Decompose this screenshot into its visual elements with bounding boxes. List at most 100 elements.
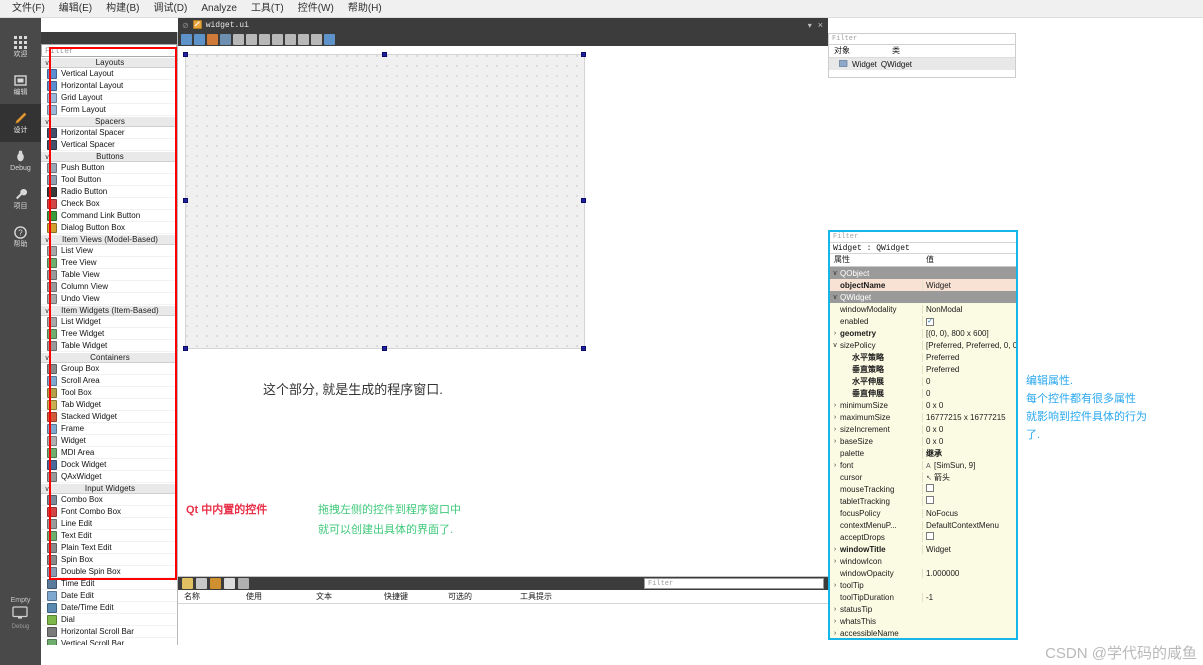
resize-handle-top-center[interactable] (382, 52, 387, 57)
edit-action-icon[interactable] (210, 578, 221, 589)
property-value[interactable] (922, 496, 1016, 506)
property-row[interactable]: › maximumSize 16777215 x 16777215 (830, 411, 1016, 423)
widget-item[interactable]: Vertical Layout (41, 68, 177, 80)
widget-item[interactable]: Stacked Widget (41, 411, 177, 423)
widget-item[interactable]: Scroll Area (41, 375, 177, 387)
resize-handle-bottom-right[interactable] (581, 346, 586, 351)
chevron-down-icon[interactable]: ∨ (830, 269, 840, 277)
widget-item[interactable]: Plain Text Edit (41, 542, 177, 554)
property-row[interactable]: › sizeIncrement 0 x 0 (830, 423, 1016, 435)
adjust-size-tool[interactable] (324, 33, 335, 45)
layout-horizontally-tool[interactable] (233, 33, 244, 45)
widget-item[interactable]: Check Box (41, 198, 177, 210)
chevron-right-icon[interactable]: › (830, 438, 840, 445)
object-inspector-row[interactable]: Widget QWidget (829, 58, 1015, 70)
property-value[interactable]: Preferred (922, 352, 1016, 362)
mode-debug[interactable]: Debug (0, 142, 41, 180)
property-value[interactable]: 16777215 x 16777215 (922, 412, 1016, 422)
layout-splitter-h-tool[interactable] (259, 33, 270, 45)
widget-group-header[interactable]: ∨ Containers (41, 352, 177, 363)
widget-item[interactable]: Tab Widget (41, 399, 177, 411)
property-editor-filter-input[interactable]: Filter (830, 232, 1016, 243)
chevron-right-icon[interactable]: › (830, 582, 840, 589)
widget-item[interactable]: Command Link Button (41, 210, 177, 222)
widget-item[interactable]: List Widget (41, 316, 177, 328)
edit-tab-order-tool[interactable] (220, 33, 231, 45)
menu-item-file[interactable]: 文件(F) (6, 1, 51, 16)
property-row[interactable]: palette 继承 (830, 447, 1016, 459)
property-value[interactable]: 1.000000 (922, 568, 1016, 578)
widget-item[interactable]: Date Edit (41, 590, 177, 602)
widget-box-filter-input[interactable]: Filter (41, 44, 177, 57)
property-row[interactable]: windowOpacity 1.000000 (830, 567, 1016, 579)
widget-item[interactable]: Grid Layout (41, 92, 177, 104)
widget-box-list[interactable]: ∨ Layouts Vertical Layout Horizontal Layout… (41, 57, 177, 645)
action-editor-filter-input[interactable]: Filter (644, 578, 824, 589)
layout-grid-tool[interactable] (285, 33, 296, 45)
chevron-right-icon[interactable]: › (830, 426, 840, 433)
property-value[interactable]: Widget (922, 544, 1016, 554)
property-row[interactable]: contextMenuP... DefaultContextMenu (830, 519, 1016, 531)
property-editor-rows[interactable]: ∨ QObject objectName Widget ∨ QWidget windowMo… (830, 267, 1016, 638)
widget-group-header[interactable]: ∨ Layouts (41, 57, 177, 68)
property-value[interactable]: 0 x 0 (922, 400, 1016, 410)
resize-handle-bottom-left[interactable] (183, 346, 188, 351)
property-group-row[interactable]: ∨ QWidget (830, 291, 1016, 303)
property-row[interactable]: objectName Widget (830, 279, 1016, 291)
property-value[interactable]: 0 x 0 (922, 424, 1016, 434)
property-value[interactable]: DefaultContextMenu (922, 520, 1016, 530)
property-value[interactable]: ↖ 箭头 (922, 471, 1016, 483)
property-value[interactable]: ✓ (922, 316, 1016, 326)
property-value[interactable]: Preferred (922, 364, 1016, 374)
widget-item[interactable]: Form Layout (41, 104, 177, 116)
property-row[interactable]: 垂直策略 Preferred (830, 363, 1016, 375)
property-row[interactable]: › accessibleName (830, 627, 1016, 638)
property-row[interactable]: › windowTitle Widget (830, 543, 1016, 555)
property-value[interactable] (922, 532, 1016, 542)
widget-item[interactable]: Line Edit (41, 518, 177, 530)
property-row[interactable]: focusPolicy NoFocus (830, 507, 1016, 519)
chevron-down-icon[interactable]: ▾ (808, 21, 814, 30)
run-target-selector[interactable]: Empty Debug (0, 597, 41, 630)
object-inspector-filter-input[interactable]: Filter (829, 34, 1015, 45)
widget-item[interactable]: Vertical Scroll Bar (41, 638, 177, 645)
resize-handle-middle-right[interactable] (581, 198, 586, 203)
widget-group-header[interactable]: ∨ Spacers (41, 116, 177, 127)
chevron-right-icon[interactable]: › (830, 630, 840, 637)
resize-handle-bottom-center[interactable] (382, 346, 387, 351)
widget-item[interactable]: Font Combo Box (41, 506, 177, 518)
property-value[interactable]: A [SimSun, 9] (922, 460, 1016, 470)
widget-item[interactable]: Tool Box (41, 387, 177, 399)
property-group-row[interactable]: ∨ QObject (830, 267, 1016, 279)
property-row[interactable]: 水平伸展 0 (830, 375, 1016, 387)
widget-item[interactable]: List View (41, 245, 177, 257)
chevron-right-icon[interactable]: › (830, 606, 840, 613)
property-row[interactable]: › toolTip (830, 579, 1016, 591)
menu-item-help[interactable]: 帮助(H) (342, 1, 388, 16)
widget-item[interactable]: Tree Widget (41, 328, 177, 340)
widget-item[interactable]: Widget (41, 435, 177, 447)
property-row[interactable]: mouseTracking (830, 483, 1016, 495)
edit-signals-tool[interactable] (194, 33, 205, 45)
property-value[interactable] (922, 484, 1016, 494)
layout-vertically-tool[interactable] (246, 33, 257, 45)
layout-splitter-v-tool[interactable] (272, 33, 283, 45)
property-row[interactable]: acceptDrops (830, 531, 1016, 543)
widget-item[interactable]: Column View (41, 281, 177, 293)
property-row[interactable]: › whatsThis (830, 615, 1016, 627)
mode-welcome[interactable]: 欢迎 (0, 28, 41, 66)
menu-item-widgets[interactable]: 控件(W) (292, 1, 340, 16)
widget-item[interactable]: Double Spin Box (41, 566, 177, 578)
widget-item[interactable]: MDI Area (41, 447, 177, 459)
design-canvas[interactable]: 这个部分, 就是生成的程序窗口. Qt 中内置的控件 拖拽左侧的控件到程序窗口中… (178, 46, 828, 593)
widget-item[interactable]: Tool Button (41, 174, 177, 186)
property-row[interactable]: windowModality NonModal (830, 303, 1016, 315)
widget-item[interactable]: Dial (41, 614, 177, 626)
property-value[interactable]: [Preferred, Preferred, 0, 0] (922, 340, 1016, 350)
widget-item[interactable]: Dock Widget (41, 459, 177, 471)
property-row[interactable]: tabletTracking (830, 495, 1016, 507)
layout-form-tool[interactable] (298, 33, 309, 45)
property-value[interactable]: 0 (922, 376, 1016, 386)
widget-group-header[interactable]: ∨ Buttons (41, 151, 177, 162)
break-layout-tool[interactable] (311, 33, 322, 45)
